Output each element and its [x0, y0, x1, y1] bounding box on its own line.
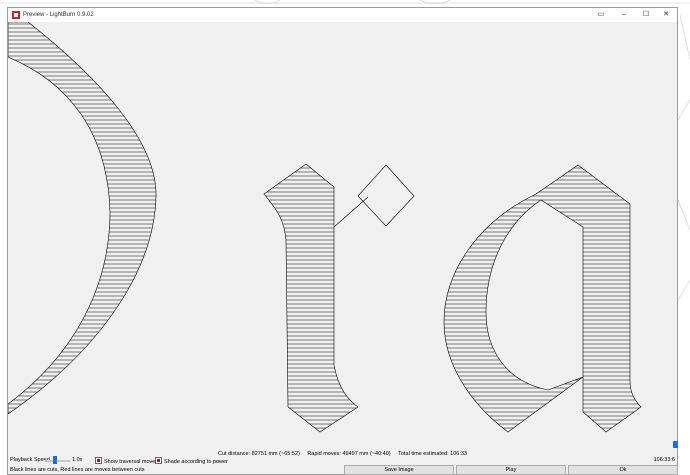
playback-speed-value: 1.0x	[72, 457, 83, 463]
minimize-button[interactable]: –	[615, 9, 633, 21]
timeline-slider[interactable]	[16, 441, 678, 448]
cut-distance: Cut distance: 82751 mm (~65:52)	[218, 451, 300, 457]
save-image-button[interactable]: Save Image	[344, 465, 454, 475]
rapid-moves: Rapid moves: 49497 mm (~40:40)	[307, 451, 391, 457]
show-traversal-checkbox[interactable]: Show traversal moves	[95, 457, 158, 465]
timeline-thumb[interactable]	[673, 441, 678, 448]
ok-button[interactable]: Ok	[568, 465, 678, 475]
restore-icon[interactable]: ▭	[592, 9, 610, 21]
checkbox-icon	[95, 457, 102, 464]
show-traversal-label: Show traversal moves	[104, 459, 159, 465]
shade-power-checkbox[interactable]: Shade according to power	[155, 457, 228, 465]
preview-canvas[interactable]	[8, 22, 677, 446]
lightburn-icon	[12, 11, 20, 19]
total-time: Total time estimated: 106:33	[398, 451, 467, 457]
playback-speed-slider[interactable]	[44, 460, 70, 462]
letter-d-shape	[8, 22, 157, 415]
cut-preview-drawing	[8, 22, 642, 433]
letter-r-diamond	[357, 164, 415, 227]
shade-power-label: Shade according to power	[164, 459, 228, 465]
checkbox-icon	[155, 457, 162, 464]
timeline-position: 106:33:6	[653, 457, 675, 463]
help-text: Black lines are cuts, Red lines are move…	[10, 467, 145, 473]
playback-speed-thumb[interactable]	[53, 456, 57, 464]
title-bar: Preview - LightBurn 0.9.02 ▭ – ☐ ✕	[8, 8, 677, 22]
play-button[interactable]: Play	[456, 465, 566, 475]
close-button[interactable]: ✕	[657, 9, 675, 21]
letter-r-stem	[263, 163, 369, 433]
maximize-button[interactable]: ☐	[637, 9, 655, 21]
preview-window: Preview - LightBurn 0.9.02 ▭ – ☐ ✕ Cut d…	[7, 7, 678, 475]
window-title: Preview - LightBurn 0.9.02	[23, 12, 94, 18]
